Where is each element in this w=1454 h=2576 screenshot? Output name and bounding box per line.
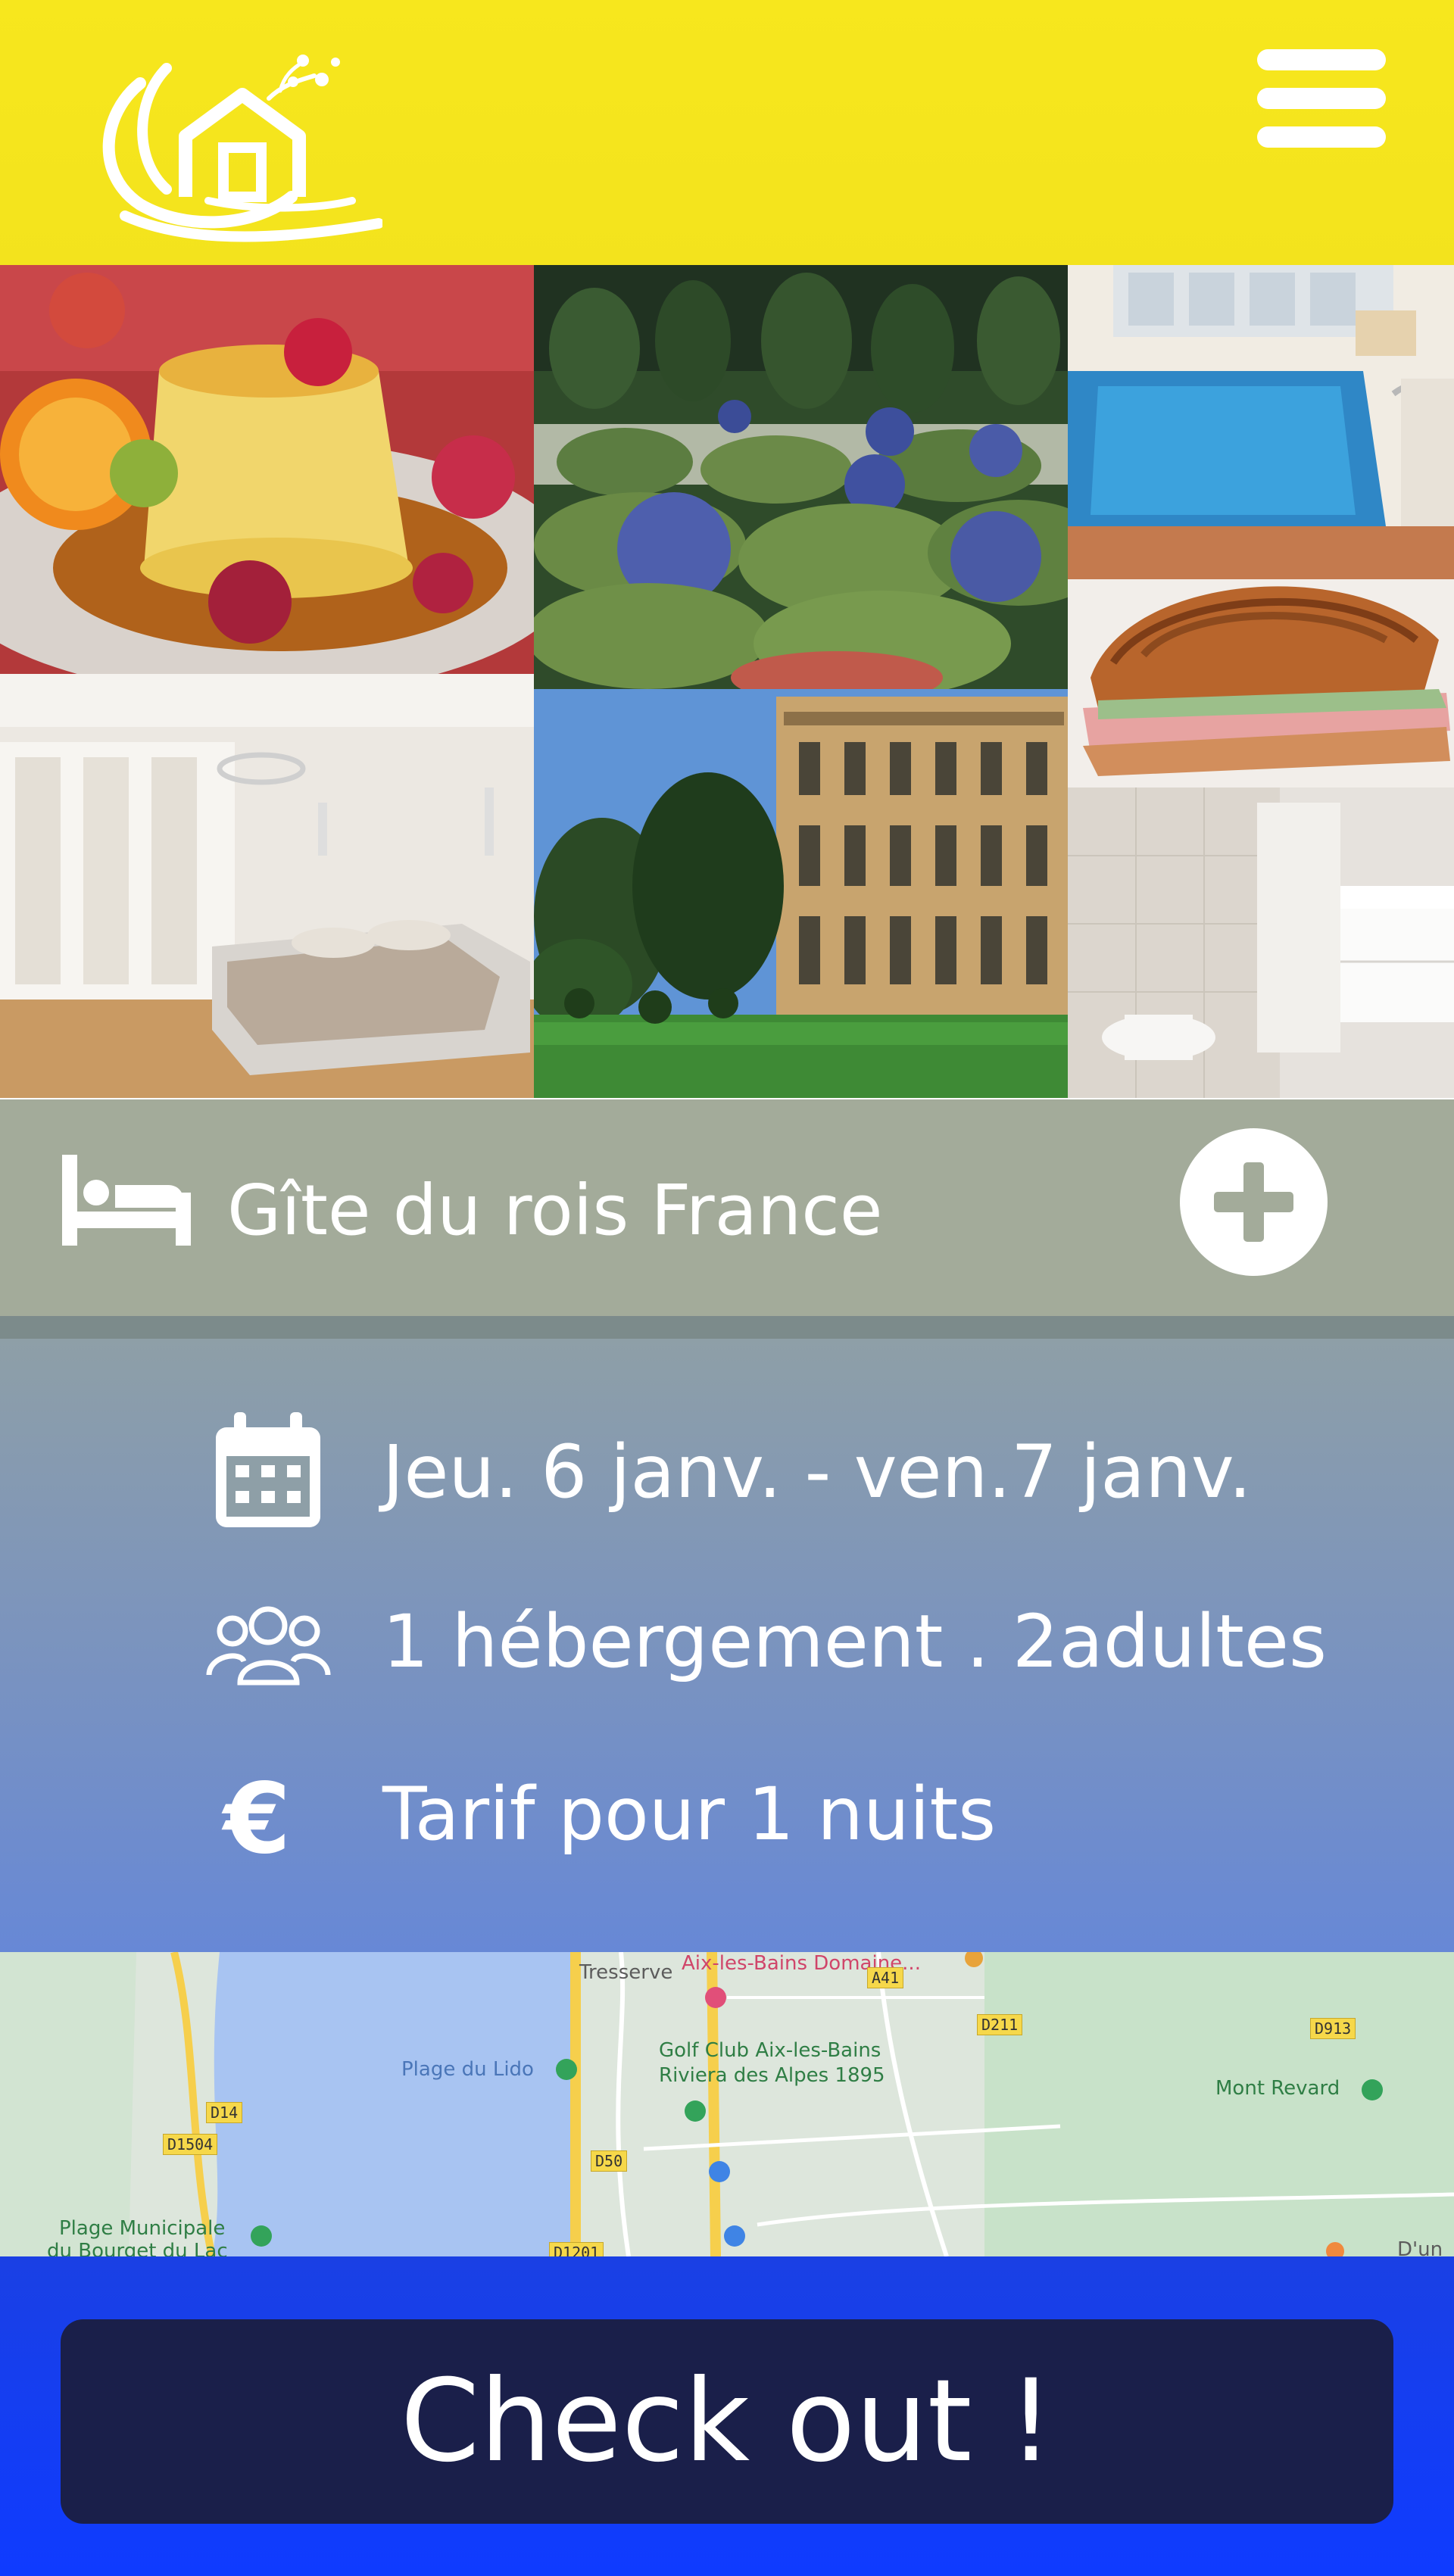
- bed-icon: [62, 1155, 191, 1246]
- menu-bar-top: [1257, 49, 1386, 70]
- menu-bar-middle: [1257, 88, 1386, 109]
- plus-circle-icon[interactable]: [1180, 1128, 1328, 1276]
- road-tag-d1504: D1504: [163, 2134, 218, 2155]
- road-tag-d913: D913: [1310, 2018, 1356, 2039]
- guests-summary: 1 hébergement . 2adultes: [382, 1599, 1327, 1684]
- hamburger-menu-icon[interactable]: [1257, 49, 1386, 148]
- header-bar: [0, 0, 1454, 265]
- map-label-plage-lido: Plage du Lido: [401, 2058, 534, 2081]
- calendar-icon: [216, 1412, 320, 1527]
- map-label-golf-line1: Golf Club Aix-les-Bains: [659, 2039, 881, 2062]
- road-tag-a41: A41: [867, 1967, 904, 1988]
- bathroom-image[interactable]: [1068, 787, 1454, 1098]
- euro-icon: €: [223, 1763, 292, 1876]
- road-tag-d14: D14: [206, 2102, 243, 2123]
- map-label-golf-line2: Riviera des Alpes 1895: [659, 2064, 885, 2087]
- topiary-garden-image[interactable]: [534, 265, 1068, 689]
- checkout-button[interactable]: Check out !: [61, 2319, 1393, 2524]
- bedroom-image[interactable]: [0, 674, 534, 1098]
- photo-gallery: [0, 265, 1454, 1098]
- checkout-button-label: Check out !: [400, 2356, 1054, 2487]
- indoor-pool-image[interactable]: [1068, 265, 1454, 526]
- road-tag-d211: D211: [977, 2014, 1023, 2035]
- title-bar-divider: [0, 1316, 1454, 1339]
- listing-title: Gîte du rois France: [227, 1170, 883, 1251]
- dessert-flan-image[interactable]: [0, 265, 534, 674]
- road-tag-d50: D50: [591, 2150, 628, 2172]
- chateau-facade-image[interactable]: [534, 689, 1068, 1098]
- stay-dates: Jeu. 6 janv. - ven.7 janv.: [382, 1430, 1252, 1514]
- location-map[interactable]: Tresserve Aix-les-Bains Domaine... Plage…: [0, 1952, 1454, 2256]
- menu-bar-bottom: [1257, 126, 1386, 148]
- map-label-tresserve: Tresserve: [579, 1961, 673, 1984]
- guests-group-icon: [206, 1599, 331, 1686]
- page: Gîte du rois France Jeu. 6 janv. - ven.7…: [0, 0, 1454, 2576]
- map-label-mont-revard: Mont Revard: [1215, 2077, 1340, 2100]
- map-label-plage-municipale: Plage Municipale: [59, 2217, 226, 2240]
- map-label-bourget-du-lac: du Bourget du Lac: [47, 2240, 228, 2256]
- croissant-sandwich-image[interactable]: [1068, 526, 1454, 787]
- road-tag-d1201: D1201: [549, 2242, 604, 2256]
- map-label-dun: D'un: [1397, 2238, 1443, 2256]
- house-logo-icon[interactable]: [95, 45, 384, 246]
- price-note: Tarif pour 1 nuits: [382, 1772, 997, 1857]
